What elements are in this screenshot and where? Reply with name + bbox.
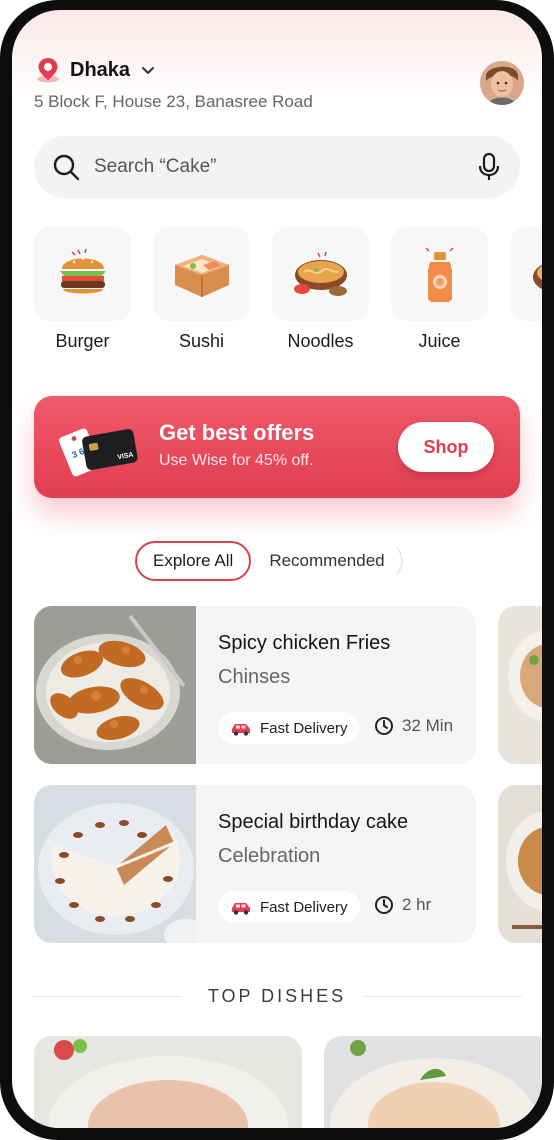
category-tile xyxy=(391,227,488,321)
location-selector[interactable]: Dhaka xyxy=(34,56,156,84)
category-list: Burger Sushi Noodles Juice xyxy=(34,227,542,357)
dish-image xyxy=(324,1036,542,1128)
microphone-icon[interactable] xyxy=(476,152,502,182)
promo-title: Get best offers xyxy=(159,420,315,445)
dish-image xyxy=(34,1036,302,1128)
shop-button[interactable]: Shop xyxy=(398,422,494,472)
top-dish-card[interactable] xyxy=(324,1036,542,1128)
delivery-time: 2 hr xyxy=(374,895,431,915)
next-card-preview[interactable] xyxy=(498,606,542,764)
user-avatar[interactable] xyxy=(480,61,524,105)
fast-delivery-badge: Fast Delivery xyxy=(218,891,360,923)
clock-icon xyxy=(375,717,393,735)
category-label: Bi xyxy=(510,331,542,352)
credit-card-icon: 3 6 2 VISA xyxy=(59,428,138,477)
food-card-chicken-fries[interactable]: Spicy chicken Fries Chinses Fast Deliver… xyxy=(34,606,476,764)
food-title: Spicy chicken Fries xyxy=(218,632,391,654)
delivery-time: 32 Min xyxy=(374,716,453,736)
food-card-birthday-cake[interactable]: Special birthday cake Celebration Fast D… xyxy=(34,785,476,943)
chicken-fries-image xyxy=(34,606,196,764)
badge-label: Fast Delivery xyxy=(260,898,348,916)
food-category: Chinses xyxy=(218,666,291,688)
promo-banner[interactable]: 3 6 2 VISA Get best offers Use Wise for … xyxy=(34,396,520,498)
clock-icon xyxy=(375,896,393,914)
phone-frame: Dhaka 5 Block F, House 23, Banasree Road xyxy=(0,0,554,1140)
badge-label: Fast Delivery xyxy=(260,719,348,737)
birthday-cake-image xyxy=(34,785,196,943)
location-pin-icon xyxy=(37,58,59,83)
burger-icon xyxy=(59,248,106,294)
category-noodles[interactable]: Noodles xyxy=(272,227,369,352)
delivery-car-icon xyxy=(232,903,250,915)
next-card-preview[interactable] xyxy=(498,785,542,943)
search-input[interactable]: Search “Cake” xyxy=(94,156,476,178)
top-dish-card[interactable] xyxy=(34,1036,302,1128)
delivery-address: 5 Block F, House 23, Banasree Road xyxy=(34,92,313,111)
filter-tabs: Explore All Recommended xyxy=(135,541,403,581)
food-category: Celebration xyxy=(218,845,321,867)
tab-explore-all[interactable]: Explore All xyxy=(135,541,252,581)
food-title: Special birthday cake xyxy=(218,811,409,833)
category-tile xyxy=(153,227,250,321)
tab-recommended[interactable]: Recommended xyxy=(251,541,403,581)
juice-bottle-icon xyxy=(424,247,454,302)
divider-right xyxy=(364,996,522,997)
category-label: Burger xyxy=(55,331,110,351)
category-tile xyxy=(510,227,542,321)
category-sushi[interactable]: Sushi xyxy=(153,227,250,352)
fast-delivery-badge: Fast Delivery xyxy=(218,712,360,744)
search-icon xyxy=(53,154,80,181)
time-label: 32 Min xyxy=(402,716,454,735)
category-label: Juice xyxy=(418,331,461,351)
search-bar[interactable]: Search “Cake” xyxy=(34,136,520,198)
food-image-preview xyxy=(498,785,542,943)
time-label: 2 hr xyxy=(402,895,432,914)
category-juice[interactable]: Juice xyxy=(391,227,488,352)
city-name: Dhaka xyxy=(70,58,131,81)
category-label: Noodles xyxy=(287,331,354,351)
category-tile xyxy=(34,227,131,321)
biryani-icon xyxy=(532,264,542,290)
app-screen: Dhaka 5 Block F, House 23, Banasree Road xyxy=(12,10,542,1128)
delivery-car-icon xyxy=(232,724,250,736)
promo-subtitle: Use Wise for 45% off. xyxy=(159,452,314,469)
food-image-preview xyxy=(498,606,542,764)
avatar-image xyxy=(480,61,524,105)
category-tile xyxy=(272,227,369,321)
category-label: Sushi xyxy=(178,331,225,351)
bento-box-icon xyxy=(174,255,229,297)
chevron-down-icon xyxy=(142,67,155,74)
noodle-bowl-icon xyxy=(293,251,347,296)
category-biryani[interactable]: Bi xyxy=(510,227,542,352)
category-burger[interactable]: Burger xyxy=(34,227,131,352)
